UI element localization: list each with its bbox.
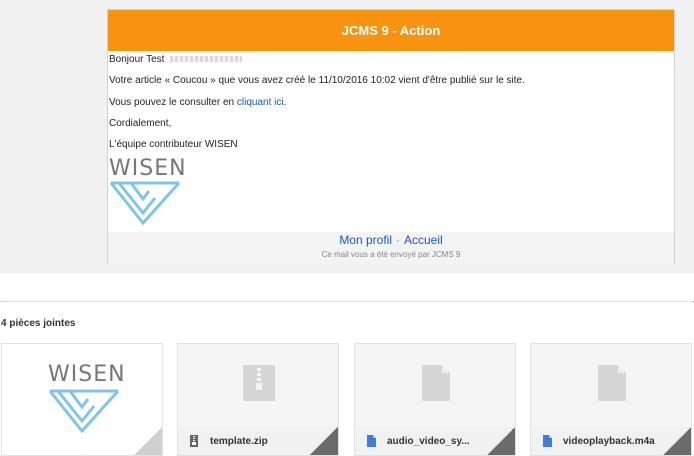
signature-line: L'équipe contributeur WISEN xyxy=(109,139,238,150)
consult-suffix: . xyxy=(283,97,287,108)
greeting-line: Bonjour Test xyxy=(109,54,243,65)
consult-line: Vous pouvez le consulter en cliquant ici… xyxy=(109,97,286,108)
publish-message: Votre article « Coucou » que vous avez c… xyxy=(109,75,525,86)
consult-link[interactable]: cliquant ici xyxy=(237,97,284,108)
wisen-logo: WISEN xyxy=(109,156,186,226)
mail-preview-area: JCMS 9 - Action Bonjour Test Votre artic… xyxy=(0,0,694,273)
footer-note: Ce mail vous a été envoyé par JCMS 9 xyxy=(321,250,461,259)
generic-file-icon xyxy=(422,365,450,401)
attachment-audio-video[interactable]: audio_video_sy... xyxy=(354,343,516,456)
page-fold-icon xyxy=(134,427,162,455)
preview-logo-text: WISEN xyxy=(48,362,126,387)
attachment-name: videoplayback.m4a xyxy=(563,435,655,447)
footer-separator: · xyxy=(396,233,400,247)
zip-file-icon xyxy=(243,365,275,401)
mail-card: JCMS 9 - Action Bonjour Test Votre artic… xyxy=(107,9,675,264)
page-fold-icon xyxy=(663,427,691,455)
preview-logo-mark xyxy=(48,389,120,433)
redacted-name xyxy=(170,56,243,63)
attachments-title: 4 pièces jointes xyxy=(1,318,76,329)
footer-links: Mon profil · Accueil xyxy=(108,232,674,247)
zip-icon xyxy=(188,435,200,447)
attachment-zip[interactable]: template.zip xyxy=(177,343,339,456)
greeting: Bonjour Test xyxy=(109,54,165,65)
wisen-logo-text: WISEN xyxy=(109,156,187,181)
wisen-logo-mark xyxy=(109,181,181,225)
attachment-image-preview[interactable]: WISEN xyxy=(1,343,163,456)
page-fold-icon xyxy=(310,427,338,455)
generic-file-icon xyxy=(598,365,626,401)
section-divider xyxy=(0,301,694,302)
closing-line: Cordialement, xyxy=(109,118,172,129)
attachment-name: audio_video_sy... xyxy=(387,435,470,447)
consult-prefix: Vous pouvez le consulter en xyxy=(109,97,237,108)
profile-link[interactable]: Mon profil xyxy=(339,233,392,247)
mail-header: JCMS 9 - Action xyxy=(108,10,674,51)
attachment-name: template.zip xyxy=(210,435,268,447)
attachment-videoplayback[interactable]: videoplayback.m4a xyxy=(530,343,692,456)
page-fold-icon xyxy=(487,427,515,455)
doc-icon xyxy=(541,435,553,447)
mail-footer: Mon profil · Accueil Ce mail vous a été en… xyxy=(108,232,674,264)
doc-icon xyxy=(365,435,377,447)
home-link[interactable]: Accueil xyxy=(404,233,443,247)
mail-header-title: JCMS 9 - Action xyxy=(341,23,441,38)
image-preview-logo: WISEN xyxy=(48,362,125,433)
